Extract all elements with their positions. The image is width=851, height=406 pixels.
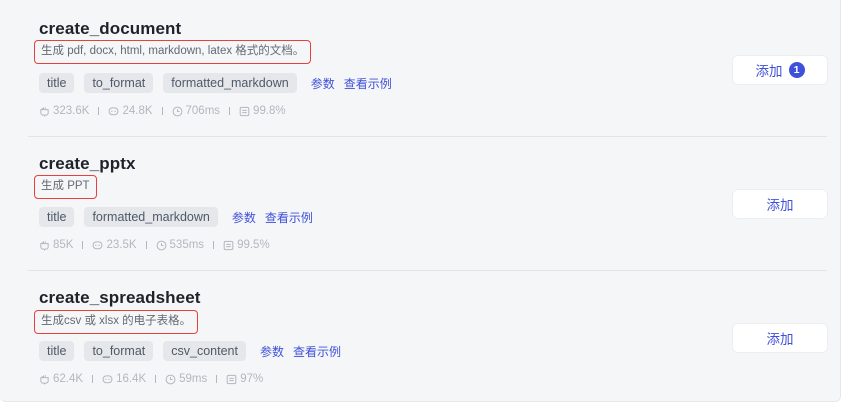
divider <box>82 241 84 249</box>
param-tags: title to_format formatted_markdown 参数 查看… <box>39 73 397 93</box>
view-example-link[interactable]: 查看示例 <box>293 343 341 360</box>
param-tags: title to_format csv_content 参数 查看示例 <box>39 341 346 361</box>
tool-stats: 323.6K 24.8K 706ms 99.8% <box>39 103 286 119</box>
divider <box>98 107 100 115</box>
stat-uses-value: 62.4K <box>53 373 84 385</box>
stat-uses: 323.6K <box>39 105 89 117</box>
params-link[interactable]: 参数 <box>260 343 284 360</box>
param-tag: formatted_markdown <box>84 207 218 227</box>
param-tag: title <box>39 341 75 361</box>
view-example-link[interactable]: 查看示例 <box>344 75 392 92</box>
message-square-icon <box>223 240 234 250</box>
chat-bubble-icon <box>102 374 113 383</box>
param-tags: title formatted_markdown 参数 查看示例 <box>39 207 318 227</box>
message-square-icon <box>226 374 237 384</box>
stat-success: 99.5% <box>223 239 270 251</box>
stat-calls-value: 23.5K <box>106 239 137 251</box>
param-tag: title <box>39 73 75 93</box>
divider <box>155 375 157 383</box>
tool-title: create_document <box>39 19 182 38</box>
stat-calls: 16.4K <box>102 373 146 385</box>
param-tag: csv_content <box>163 341 246 361</box>
tool-description: 生成csv 或 xlsx 的电子表格。 <box>34 310 199 334</box>
tool-description: 生成 PPT <box>34 175 97 199</box>
stat-uses-value: 323.6K <box>53 105 90 117</box>
stat-success: 97% <box>226 373 263 385</box>
add-button-label: 添加 <box>766 198 794 213</box>
tool-stats: 85K 23.5K 535ms 99.5% <box>39 237 270 253</box>
add-button-label: 添加 <box>766 332 794 347</box>
stat-success-value: 97% <box>240 373 264 385</box>
plugin-icon <box>40 106 49 117</box>
clock-icon <box>165 374 176 384</box>
clock-icon <box>156 240 166 250</box>
tool-card-create-spreadsheet: create_spreadsheet 生成csv 或 xlsx 的电子表格。 t… <box>24 270 828 405</box>
count-badge: 1 <box>788 62 805 78</box>
tool-card-create-document: create_document 生成 pdf, docx, html, mark… <box>24 0 828 134</box>
plugin-icon <box>40 374 49 385</box>
stat-latency: 535ms <box>156 239 205 251</box>
stat-success-value: 99.5% <box>237 239 270 251</box>
stat-success: 99.8% <box>239 105 286 117</box>
clock-icon <box>172 106 182 116</box>
stat-calls: 24.8K <box>108 105 153 117</box>
params-link[interactable]: 参数 <box>311 75 335 92</box>
add-button[interactable]: 添加 <box>732 323 828 353</box>
add-button[interactable]: 添加 <box>732 189 828 219</box>
divider <box>229 107 231 115</box>
plugin-icon <box>40 240 49 251</box>
tool-title: create_pptx <box>39 154 136 173</box>
tool-description: 生成 pdf, docx, html, markdown, latex 格式的文… <box>34 40 312 64</box>
add-button-label: 添加 <box>755 64 783 79</box>
stat-calls-value: 24.8K <box>122 105 153 117</box>
chat-bubble-icon <box>109 106 119 115</box>
stat-calls-value: 16.4K <box>116 373 147 385</box>
message-square-icon <box>239 106 250 116</box>
stat-latency-value: 59ms <box>179 373 208 385</box>
param-tag: title <box>39 207 75 227</box>
stat-latency: 706ms <box>172 105 221 117</box>
param-tag: formatted_markdown <box>163 73 297 93</box>
stat-uses-value: 85K <box>53 239 74 251</box>
tool-list-panel: create_document 生成 pdf, docx, html, mark… <box>0 0 841 402</box>
divider <box>92 375 94 383</box>
stat-success-value: 99.8% <box>253 105 286 117</box>
tool-card-create-pptx: create_pptx 生成 PPT title formatted_markd… <box>24 136 828 271</box>
stat-uses: 62.4K <box>39 373 83 385</box>
params-link[interactable]: 参数 <box>232 209 256 226</box>
tool-title: create_spreadsheet <box>39 288 201 307</box>
add-button[interactable]: 添加 1 <box>732 55 828 85</box>
param-tag: to_format <box>84 73 154 93</box>
divider <box>216 375 218 383</box>
divider <box>161 107 163 115</box>
param-tag: to_format <box>84 341 154 361</box>
chat-bubble-icon <box>93 240 103 249</box>
stat-uses: 85K <box>39 239 73 251</box>
divider <box>213 241 215 249</box>
tool-stats: 62.4K 16.4K 59ms 97% <box>39 371 263 387</box>
stat-latency-value: 535ms <box>169 239 205 251</box>
stat-latency: 59ms <box>165 373 207 385</box>
divider <box>145 241 147 249</box>
stat-latency-value: 706ms <box>185 105 221 117</box>
view-example-link[interactable]: 查看示例 <box>265 209 313 226</box>
stat-calls: 23.5K <box>92 239 137 251</box>
